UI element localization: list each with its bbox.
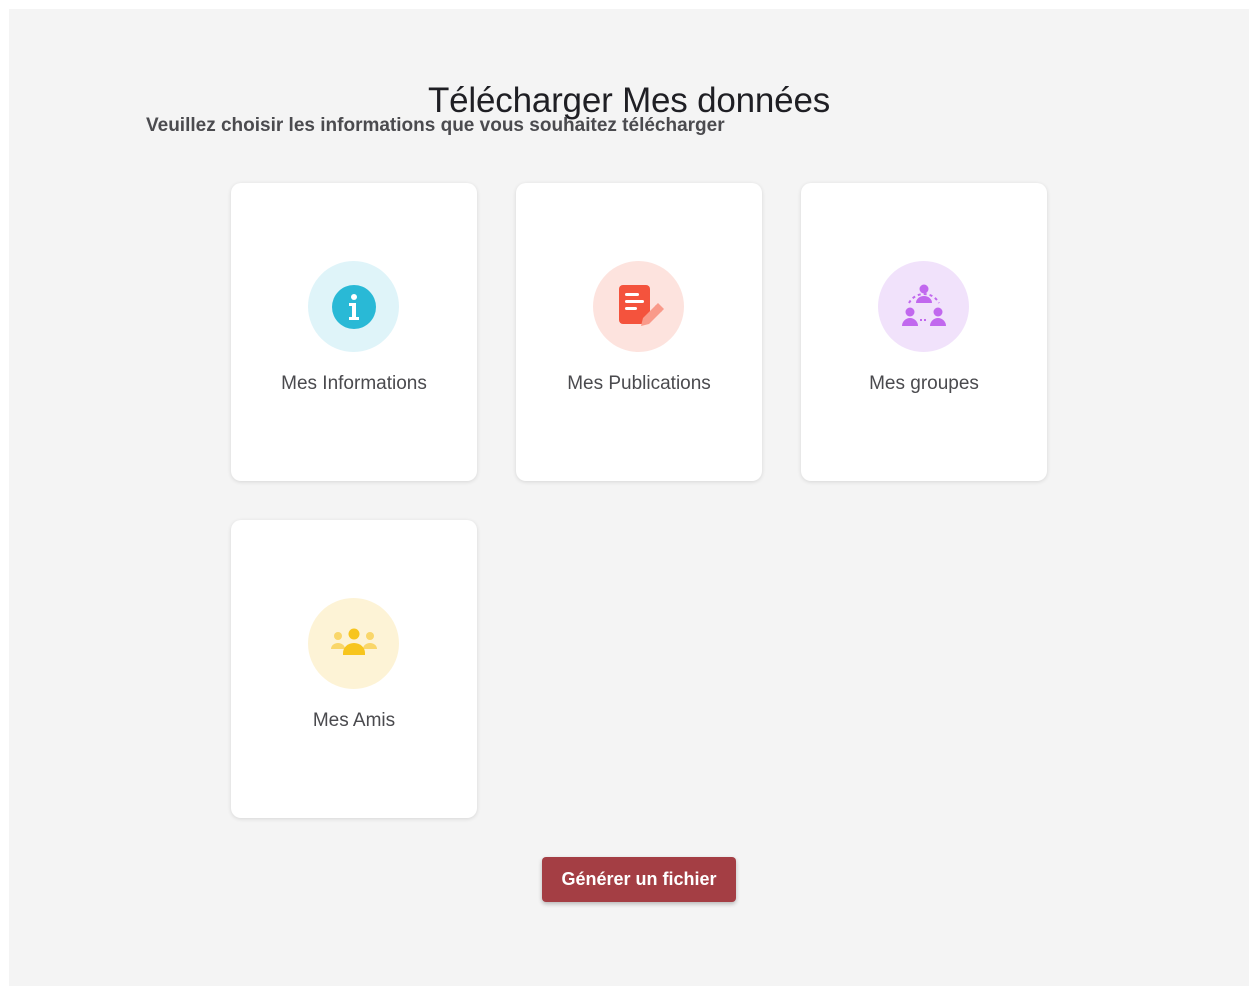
page-subtitle: Veuillez choisir les informations que vo… [146, 115, 725, 136]
card-mes-informations[interactable]: Mes Informations [231, 183, 477, 481]
card-label: Mes Publications [567, 373, 711, 394]
friends-icon [330, 628, 377, 655]
card-label: Mes groupes [869, 373, 979, 394]
document-edit-icon-circle [593, 261, 684, 352]
card-mes-publications[interactable]: Mes Publications [516, 183, 762, 481]
card-label: Mes Informations [281, 373, 427, 394]
friends-icon-circle [308, 598, 399, 689]
info-icon [331, 284, 376, 329]
card-label: Mes Amis [312, 710, 396, 731]
card-mes-groupes[interactable]: Mes groupes [801, 183, 1047, 481]
group-network-icon [901, 284, 946, 326]
document-edit-icon [618, 284, 664, 326]
group-network-icon-circle [878, 261, 969, 352]
info-icon-circle [308, 261, 399, 352]
generate-file-button[interactable]: Générer un fichier [542, 857, 736, 902]
card-mes-amis[interactable]: Mes Amis [231, 520, 477, 818]
download-data-page: Télécharger Mes données Veuillez choisir… [9, 9, 1249, 986]
